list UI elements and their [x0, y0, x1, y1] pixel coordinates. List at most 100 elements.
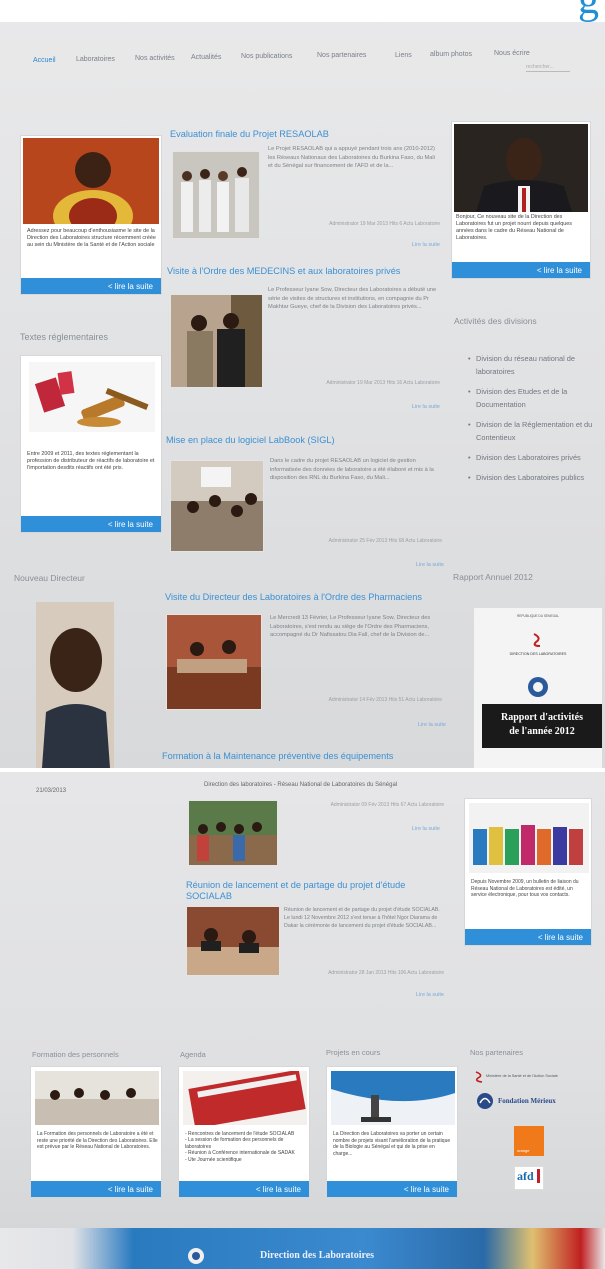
- nav-item-partenaires[interactable]: Nos partenaires: [317, 52, 366, 59]
- article-title[interactable]: Mise en place du logiciel LabBook (SIGL): [166, 435, 335, 445]
- agenda-photo: [183, 1071, 307, 1125]
- welcome-photo: [454, 124, 588, 212]
- classroom-icon: [35, 1071, 159, 1125]
- director-heading: Nouveau Directeur: [14, 573, 85, 583]
- textes-read-more-button[interactable]: < lire la suite: [21, 516, 161, 532]
- group-photo-icon: [189, 801, 277, 865]
- division-link[interactable]: Division de la Réglementation et du Cont…: [468, 418, 600, 444]
- welcome-text: Bonjour, Ce nouveau site de la Direction…: [456, 214, 572, 241]
- rapport-republic-label: REPUBLIQUE DU SENEGAL: [517, 614, 559, 618]
- books-icon: [473, 825, 583, 865]
- article-title[interactable]: Formation à la Maintenance préventive de…: [162, 751, 393, 761]
- article-thumbnail[interactable]: [166, 614, 262, 710]
- footer-heading: Agenda: [180, 1050, 206, 1059]
- footer-read-more-button[interactable]: < lire la suite: [179, 1181, 309, 1197]
- footer-card: La Formation des personnels de Laboratoi…: [30, 1066, 162, 1198]
- rapport-cover[interactable]: REPUBLIQUE DU SENEGAL DIRECTION DES LABO…: [474, 608, 602, 768]
- article-excerpt: Le Professeur Iyane Sow, Directeur des L…: [268, 287, 437, 311]
- intro-card: Adressez pour beaucoup d'enthousiasme le…: [20, 135, 162, 295]
- article-thumbnail[interactable]: [172, 151, 260, 239]
- agenda-book-icon: [183, 1071, 307, 1125]
- search-input[interactable]: rechercher...: [526, 64, 570, 72]
- welcome-card: Bonjour, Ce nouveau site de la Direction…: [451, 121, 591, 279]
- partner-afd-label: afd: [517, 1169, 534, 1183]
- meeting-photo-icon: [171, 295, 262, 387]
- group-photo-icon: [173, 152, 259, 238]
- textes-text: Entre 2009 et 2011, des textes réglement…: [27, 451, 155, 471]
- article-read-more-link[interactable]: Lire la suite: [380, 242, 440, 248]
- article-read-more-link[interactable]: Lire la suite: [386, 722, 446, 728]
- article-meta: Administrator 19 Mar 2013 Hits 6 Actu La…: [329, 221, 440, 227]
- director-portrait-icon: [36, 602, 114, 768]
- article-title[interactable]: Evaluation finale du Projet RESAOLAB: [170, 129, 329, 139]
- ministry-emblem-icon: [533, 633, 541, 647]
- intro-read-more-button[interactable]: < lire la suite: [21, 278, 161, 294]
- seal-icon: [528, 677, 548, 697]
- bulletin-read-more-button[interactable]: < lire la suite: [465, 929, 591, 945]
- nav-item-actualites[interactable]: Actualités: [191, 54, 221, 61]
- article-title[interactable]: Visite à l'Ordre des MEDECINS et aux lab…: [167, 266, 400, 276]
- print-date: 21/03/2013: [36, 788, 67, 794]
- person-portrait-icon: [23, 138, 159, 224]
- microscope-icon: [331, 1071, 455, 1125]
- article-title[interactable]: Visite du Directeur des Laboratoires à l…: [165, 592, 422, 602]
- nav-item-accueil[interactable]: Accueil: [33, 57, 56, 64]
- article-read-more-link[interactable]: Lire la suite: [380, 826, 440, 832]
- footer-card: La Direction des Laboratoires va porter …: [326, 1066, 458, 1198]
- rapport-title-line2: de l'année 2012: [509, 726, 575, 737]
- printed-page-2: 21/03/2013 Direction des laboratoires - …: [0, 770, 605, 1269]
- article-read-more-link[interactable]: Lire la suite: [384, 992, 444, 998]
- footer-card-text: La Direction des Laboratoires va porter …: [333, 1131, 451, 1157]
- gavel-image: [29, 362, 155, 432]
- partner-orange-logo[interactable]: orange: [514, 1126, 544, 1156]
- article-meta: Administrator 19 Mar 2013 Hits 16 Actu L…: [326, 380, 440, 386]
- article-read-more-link[interactable]: Lire la suite: [384, 562, 444, 568]
- meeting-photo-icon: [187, 907, 279, 975]
- rapport-title-box: Rapport d'activités de l'année 2012: [482, 704, 602, 748]
- nav-item-activites[interactable]: Nos activités: [135, 55, 175, 62]
- nav-item-publications[interactable]: Nos publications: [241, 53, 292, 60]
- article-title[interactable]: Réunion de lancement et de partage du pr…: [186, 880, 446, 902]
- division-link[interactable]: Division du réseau national de laboratoi…: [468, 352, 600, 378]
- footer-read-more-button[interactable]: < lire la suite: [31, 1181, 161, 1197]
- article-thumbnail[interactable]: [170, 460, 264, 552]
- nav-item-laboratoires[interactable]: Laboratoires: [76, 56, 115, 63]
- printed-page-1: g Accueil Laboratoires Nos activités Act…: [0, 0, 605, 768]
- footer-banner: Direction des Laboratoires: [0, 1228, 605, 1269]
- division-link[interactable]: Division des Laboratoires publics: [468, 471, 600, 484]
- rapport-heading: Rapport Annuel 2012: [453, 572, 533, 582]
- print-header: Direction des laboratoires - Réseau Nati…: [204, 782, 398, 788]
- gavel-icon: [34, 371, 149, 427]
- footer-card: - Rencontres de lancement de l'étude SOC…: [178, 1066, 310, 1198]
- ministry-emblem-icon: [475, 1071, 483, 1083]
- intro-text: Adressez pour beaucoup d'enthousiasme le…: [27, 228, 156, 248]
- partner-ministry-label: Ministère de la Santé et de l'Action Soc…: [486, 1074, 558, 1078]
- divisions-heading: Activités des divisions: [454, 316, 537, 326]
- division-link[interactable]: Division des Laboratoires privés: [468, 451, 600, 464]
- bulletin-image: [469, 803, 589, 873]
- footer-read-more-button[interactable]: < lire la suite: [327, 1181, 457, 1197]
- article-excerpt: Réunion de lancement et de partage du pr…: [284, 907, 440, 929]
- rapport-title-line1: Rapport d'activités: [501, 712, 583, 723]
- article-thumbnail[interactable]: [170, 294, 263, 388]
- projects-photo: [331, 1071, 455, 1125]
- article-thumbnail[interactable]: [188, 800, 278, 866]
- minister-photo: [23, 138, 159, 224]
- banner-title-fragment: g: [578, 0, 599, 23]
- nav-item-nous-ecrire[interactable]: Nous écrire: [494, 50, 530, 57]
- welcome-read-more-button[interactable]: < lire la suite: [452, 262, 590, 278]
- footer-banner-title: Direction des Laboratoires: [260, 1250, 375, 1261]
- article-meta: Administrator 28 Jan 2013 Hits 106 Actu …: [328, 970, 444, 976]
- nav-item-album-photos[interactable]: album photos: [430, 51, 472, 58]
- division-link[interactable]: Division des Etudes et de la Documentati…: [468, 385, 600, 411]
- partner-fondation-merieux[interactable]: Fondation Mérieux: [474, 1092, 596, 1114]
- director-photo: [36, 602, 114, 768]
- article-read-more-link[interactable]: Lire la suite: [380, 404, 440, 410]
- partners-list: Ministère de la Santé et de l'Action Soc…: [474, 1070, 596, 1210]
- partner-fondation-label: Fondation Mérieux: [498, 1097, 556, 1105]
- partner-afd-logo[interactable]: afd: [514, 1166, 544, 1190]
- nav-item-liens[interactable]: Liens: [395, 52, 412, 59]
- article-meta: Administrator 14 Fév 2013 Hits 51 Actu L…: [328, 697, 442, 703]
- article-thumbnail[interactable]: [186, 906, 280, 976]
- article-meta: Administrator 25 Fév 2013 Hits 68 Actu L…: [328, 538, 442, 544]
